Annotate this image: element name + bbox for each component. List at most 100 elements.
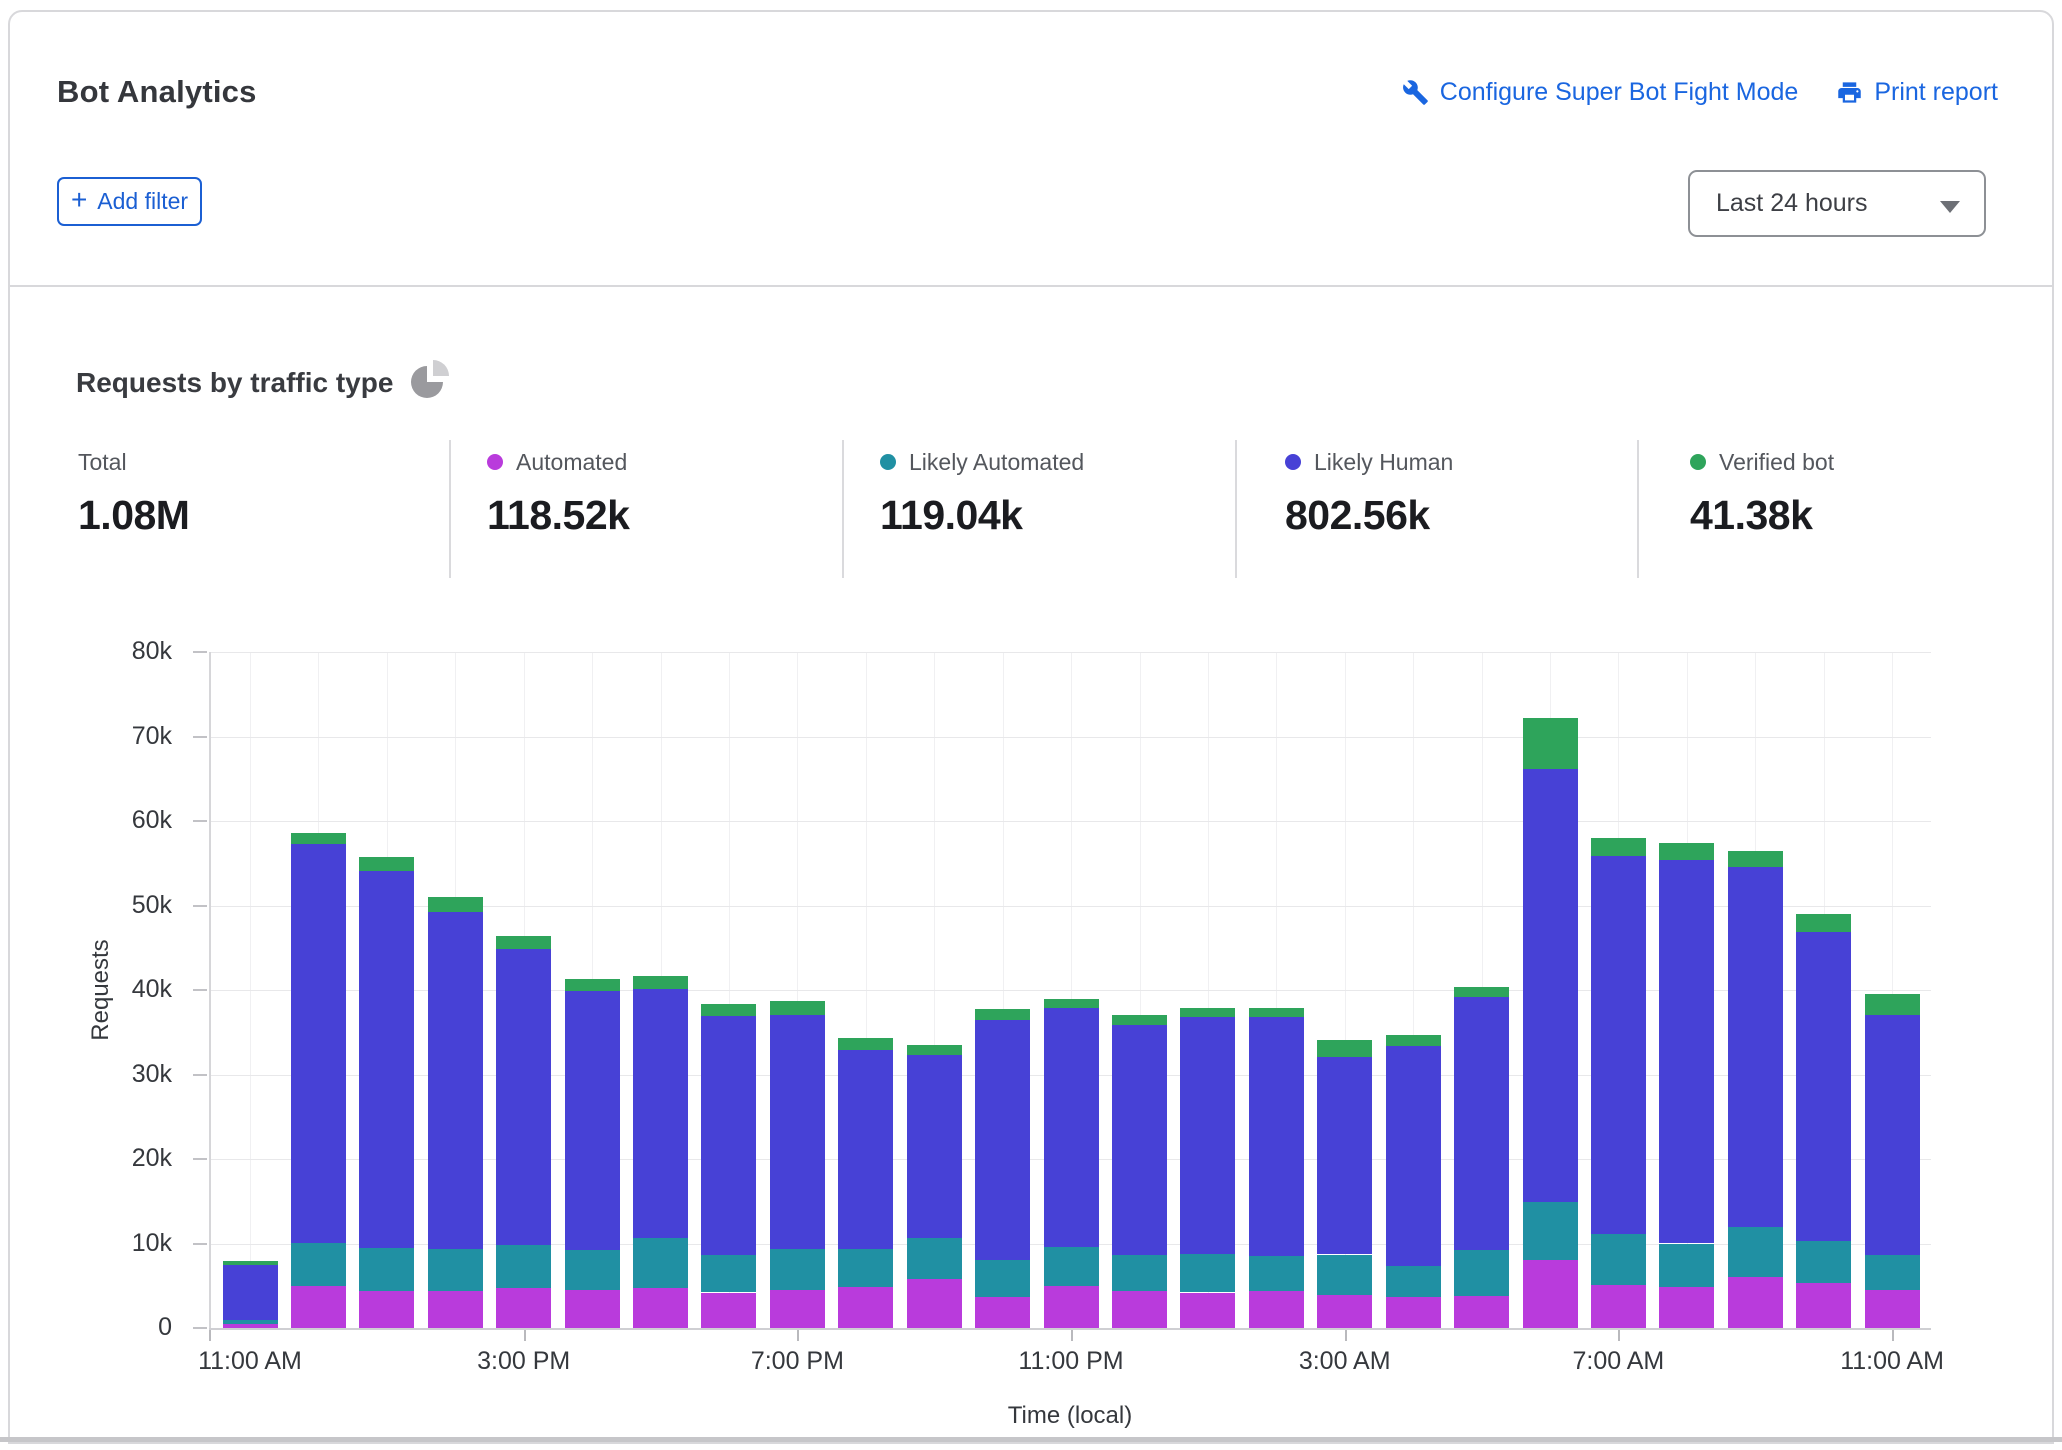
bar-segment-likely-automated[interactable] [291, 1243, 346, 1286]
bar-segment-likely-automated[interactable] [1659, 1244, 1714, 1288]
bar-segment-likely-automated[interactable] [770, 1249, 825, 1290]
bar-segment-likely-automated[interactable] [1454, 1250, 1509, 1296]
bar-segment-automated[interactable] [1454, 1296, 1509, 1328]
bar-segment-verified-bot[interactable] [1044, 999, 1099, 1008]
bar-segment-likely-automated[interactable] [1523, 1202, 1578, 1260]
bar-segment-likely-human[interactable] [975, 1020, 1030, 1260]
bar-segment-automated[interactable] [1249, 1291, 1304, 1328]
bar-segment-likely-human[interactable] [838, 1050, 893, 1249]
bar-segment-verified-bot[interactable] [223, 1261, 278, 1265]
bar-segment-automated[interactable] [1180, 1293, 1235, 1329]
bar-segment-likely-human[interactable] [1386, 1046, 1441, 1267]
bar-segment-likely-human[interactable] [359, 871, 414, 1248]
bar-segment-automated[interactable] [496, 1288, 551, 1328]
bar-segment-likely-automated[interactable] [1112, 1255, 1167, 1291]
bar-segment-likely-human[interactable] [1591, 856, 1646, 1235]
bar-segment-likely-human[interactable] [1728, 867, 1783, 1227]
bar-segment-likely-automated[interactable] [838, 1249, 893, 1288]
bar-segment-likely-human[interactable] [1112, 1025, 1167, 1256]
bar-segment-verified-bot[interactable] [1523, 718, 1578, 769]
bar-segment-verified-bot[interactable] [565, 979, 620, 991]
bar-segment-likely-human[interactable] [565, 991, 620, 1250]
bar-segment-likely-human[interactable] [633, 989, 688, 1238]
bar-segment-automated[interactable] [1523, 1260, 1578, 1328]
bar-segment-likely-automated[interactable] [1591, 1234, 1646, 1285]
bar-segment-likely-automated[interactable] [701, 1255, 756, 1292]
bar-segment-likely-human[interactable] [1454, 997, 1509, 1251]
bar-segment-automated[interactable] [1591, 1285, 1646, 1328]
bar-segment-likely-human[interactable] [1865, 1015, 1920, 1255]
bar-segment-likely-automated[interactable] [1386, 1266, 1441, 1296]
bar-segment-verified-bot[interactable] [1796, 914, 1851, 932]
bar-segment-likely-human[interactable] [1523, 769, 1578, 1203]
bar-segment-likely-human[interactable] [770, 1015, 825, 1249]
bar-segment-automated[interactable] [1112, 1291, 1167, 1328]
bar-segment-verified-bot[interactable] [291, 833, 346, 844]
bar-segment-likely-automated[interactable] [1796, 1241, 1851, 1283]
bar-segment-likely-human[interactable] [1044, 1008, 1099, 1247]
add-filter-button[interactable]: + Add filter [57, 177, 202, 226]
bar-segment-automated[interactable] [359, 1291, 414, 1328]
bar-segment-verified-bot[interactable] [1728, 851, 1783, 867]
bar-segment-likely-human[interactable] [1180, 1017, 1235, 1254]
bar-segment-automated[interactable] [1386, 1297, 1441, 1328]
bar-segment-likely-human[interactable] [496, 949, 551, 1245]
time-range-dropdown[interactable]: Last 24 hours [1688, 170, 1986, 237]
bar-segment-automated[interactable] [1796, 1283, 1851, 1328]
bar-segment-likely-human[interactable] [1249, 1017, 1304, 1256]
bar-segment-verified-bot[interactable] [907, 1045, 962, 1055]
bar-segment-verified-bot[interactable] [1180, 1008, 1235, 1017]
bar-segment-likely-automated[interactable] [1865, 1255, 1920, 1290]
bar-segment-likely-automated[interactable] [1180, 1254, 1235, 1293]
bar-segment-automated[interactable] [1865, 1290, 1920, 1328]
bar-segment-likely-automated[interactable] [633, 1238, 688, 1288]
bar-segment-automated[interactable] [770, 1290, 825, 1328]
bar-segment-verified-bot[interactable] [1454, 987, 1509, 997]
bar-segment-likely-human[interactable] [1317, 1057, 1372, 1255]
bar-segment-verified-bot[interactable] [838, 1038, 893, 1050]
bar-segment-likely-automated[interactable] [1728, 1227, 1783, 1278]
bar-segment-likely-automated[interactable] [565, 1250, 620, 1290]
bar-segment-likely-human[interactable] [1796, 932, 1851, 1241]
bar-segment-verified-bot[interactable] [1659, 843, 1714, 860]
bar-segment-verified-bot[interactable] [770, 1001, 825, 1015]
bar-segment-likely-automated[interactable] [223, 1320, 278, 1324]
bar-segment-likely-human[interactable] [223, 1265, 278, 1320]
bar-segment-likely-automated[interactable] [907, 1238, 962, 1279]
bar-segment-verified-bot[interactable] [1865, 994, 1920, 1015]
bar-segment-automated[interactable] [565, 1290, 620, 1328]
bar-segment-verified-bot[interactable] [633, 976, 688, 990]
bar-segment-automated[interactable] [1317, 1295, 1372, 1328]
bar-segment-automated[interactable] [633, 1288, 688, 1328]
bar-segment-likely-automated[interactable] [359, 1248, 414, 1291]
bar-segment-likely-human[interactable] [428, 912, 483, 1249]
bar-segment-likely-human[interactable] [291, 844, 346, 1243]
bar-segment-automated[interactable] [1044, 1286, 1099, 1328]
bar-segment-verified-bot[interactable] [496, 936, 551, 950]
bar-segment-verified-bot[interactable] [428, 897, 483, 912]
bar-segment-verified-bot[interactable] [701, 1004, 756, 1017]
bar-segment-likely-automated[interactable] [1317, 1255, 1372, 1296]
bar-segment-likely-automated[interactable] [1249, 1256, 1304, 1291]
bar-segment-verified-bot[interactable] [1591, 838, 1646, 856]
bar-segment-automated[interactable] [1728, 1277, 1783, 1328]
bar-segment-verified-bot[interactable] [975, 1009, 1030, 1020]
bar-segment-likely-human[interactable] [701, 1016, 756, 1255]
bar-segment-automated[interactable] [838, 1287, 893, 1328]
configure-super-bot-fight-mode-link[interactable]: Configure Super Bot Fight Mode [1402, 78, 1799, 107]
bar-segment-automated[interactable] [975, 1297, 1030, 1328]
bar-segment-automated[interactable] [428, 1291, 483, 1328]
bar-segment-likely-human[interactable] [907, 1055, 962, 1238]
bar-segment-verified-bot[interactable] [1386, 1035, 1441, 1046]
bar-segment-automated[interactable] [1659, 1287, 1714, 1328]
bar-segment-likely-human[interactable] [1659, 860, 1714, 1244]
bar-segment-likely-automated[interactable] [1044, 1247, 1099, 1286]
bar-segment-automated[interactable] [907, 1279, 962, 1328]
bar-segment-verified-bot[interactable] [1112, 1015, 1167, 1025]
bar-segment-automated[interactable] [223, 1324, 278, 1328]
bar-segment-verified-bot[interactable] [1249, 1008, 1304, 1017]
bar-segment-likely-automated[interactable] [428, 1249, 483, 1290]
bar-segment-verified-bot[interactable] [1317, 1040, 1372, 1057]
bar-segment-automated[interactable] [291, 1286, 346, 1328]
bar-segment-likely-automated[interactable] [975, 1260, 1030, 1296]
